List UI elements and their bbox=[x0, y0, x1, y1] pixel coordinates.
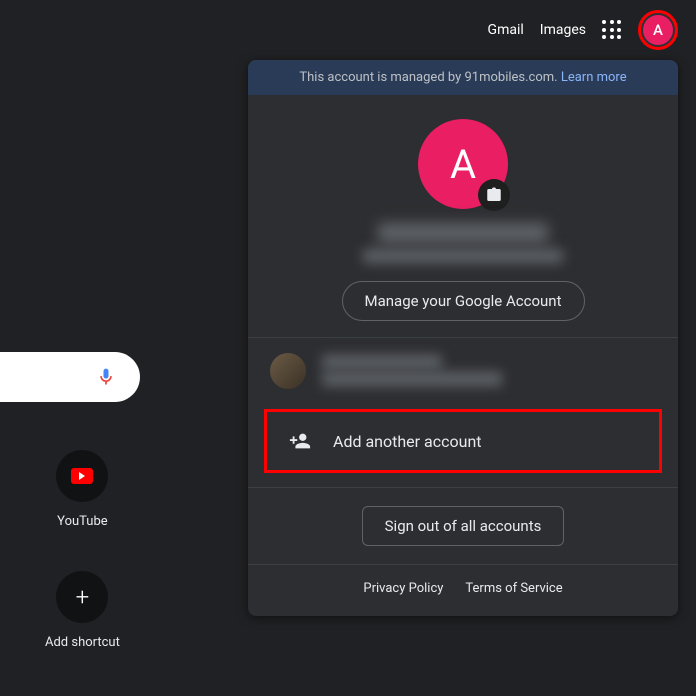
top-bar: Gmail Images A bbox=[470, 0, 696, 60]
plus-icon: + bbox=[76, 585, 90, 609]
other-account-avatar bbox=[270, 353, 306, 389]
camera-icon bbox=[485, 186, 503, 204]
managed-text: This account is managed by 91mobiles.com… bbox=[299, 70, 560, 85]
shortcut-icon-circle: + bbox=[56, 571, 108, 623]
signout-button[interactable]: Sign out of all accounts bbox=[362, 506, 565, 546]
manage-account-button[interactable]: Manage your Google Account bbox=[342, 281, 585, 321]
account-panel: This account is managed by 91mobiles.com… bbox=[248, 60, 678, 616]
other-account-name-blurred bbox=[322, 355, 442, 369]
person-add-icon bbox=[289, 430, 311, 452]
add-account-label: Add another account bbox=[333, 432, 482, 451]
account-avatar-button[interactable]: A bbox=[638, 10, 678, 50]
account-email-blurred bbox=[363, 249, 563, 263]
learn-more-link[interactable]: Learn more bbox=[561, 70, 627, 85]
microphone-icon[interactable] bbox=[96, 365, 116, 389]
add-shortcut-button[interactable]: + Add shortcut bbox=[45, 571, 120, 650]
apps-grid-icon[interactable] bbox=[602, 20, 622, 40]
gmail-link[interactable]: Gmail bbox=[488, 22, 524, 38]
search-bar[interactable] bbox=[0, 352, 140, 402]
footer-links: Privacy Policy Terms of Service bbox=[248, 565, 678, 616]
other-account-row[interactable] bbox=[248, 338, 678, 403]
panel-body: A Manage your Google Account bbox=[248, 95, 678, 337]
account-name-blurred bbox=[378, 223, 548, 243]
shortcuts: YouTube + Add shortcut bbox=[45, 450, 120, 650]
youtube-icon bbox=[71, 468, 93, 484]
add-account-button[interactable]: Add another account bbox=[264, 409, 662, 473]
images-link[interactable]: Images bbox=[540, 22, 586, 38]
privacy-policy-link[interactable]: Privacy Policy bbox=[363, 581, 443, 596]
managed-notice: This account is managed by 91mobiles.com… bbox=[248, 60, 678, 95]
shortcut-label: YouTube bbox=[57, 514, 108, 529]
other-account-email-blurred bbox=[322, 372, 502, 386]
other-account-info bbox=[322, 352, 656, 389]
big-avatar-wrap: A bbox=[418, 119, 508, 209]
terms-link[interactable]: Terms of Service bbox=[465, 581, 562, 596]
shortcut-icon-circle bbox=[56, 450, 108, 502]
shortcut-youtube[interactable]: YouTube bbox=[56, 450, 108, 529]
shortcut-label: Add shortcut bbox=[45, 635, 120, 650]
divider bbox=[248, 487, 678, 488]
change-photo-button[interactable] bbox=[478, 179, 510, 211]
avatar-letter: A bbox=[643, 15, 673, 45]
